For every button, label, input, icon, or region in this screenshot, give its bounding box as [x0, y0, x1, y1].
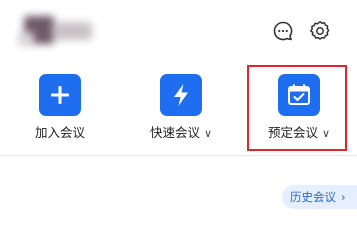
quick-meeting-label: 快速会议 ∨: [149, 125, 213, 140]
join-meeting-label: 加入会议: [34, 125, 85, 140]
meeting-history-button[interactable]: 历史会议 ›: [282, 185, 357, 209]
blurred-avatar: [16, 14, 104, 50]
join-meeting-button[interactable]: 加入会议: [15, 72, 105, 142]
quick-meeting-button[interactable]: 快速会议 ∨: [136, 72, 226, 142]
gear-icon[interactable]: [309, 20, 331, 42]
plus-icon: [39, 74, 81, 116]
chevron-down-icon[interactable]: ∨: [204, 127, 212, 140]
highlight-box: [247, 65, 347, 151]
divider: [0, 155, 357, 156]
lightning-icon: [160, 74, 202, 116]
chat-bubble-icon[interactable]: [272, 20, 294, 42]
chevron-right-icon: ›: [341, 190, 346, 204]
